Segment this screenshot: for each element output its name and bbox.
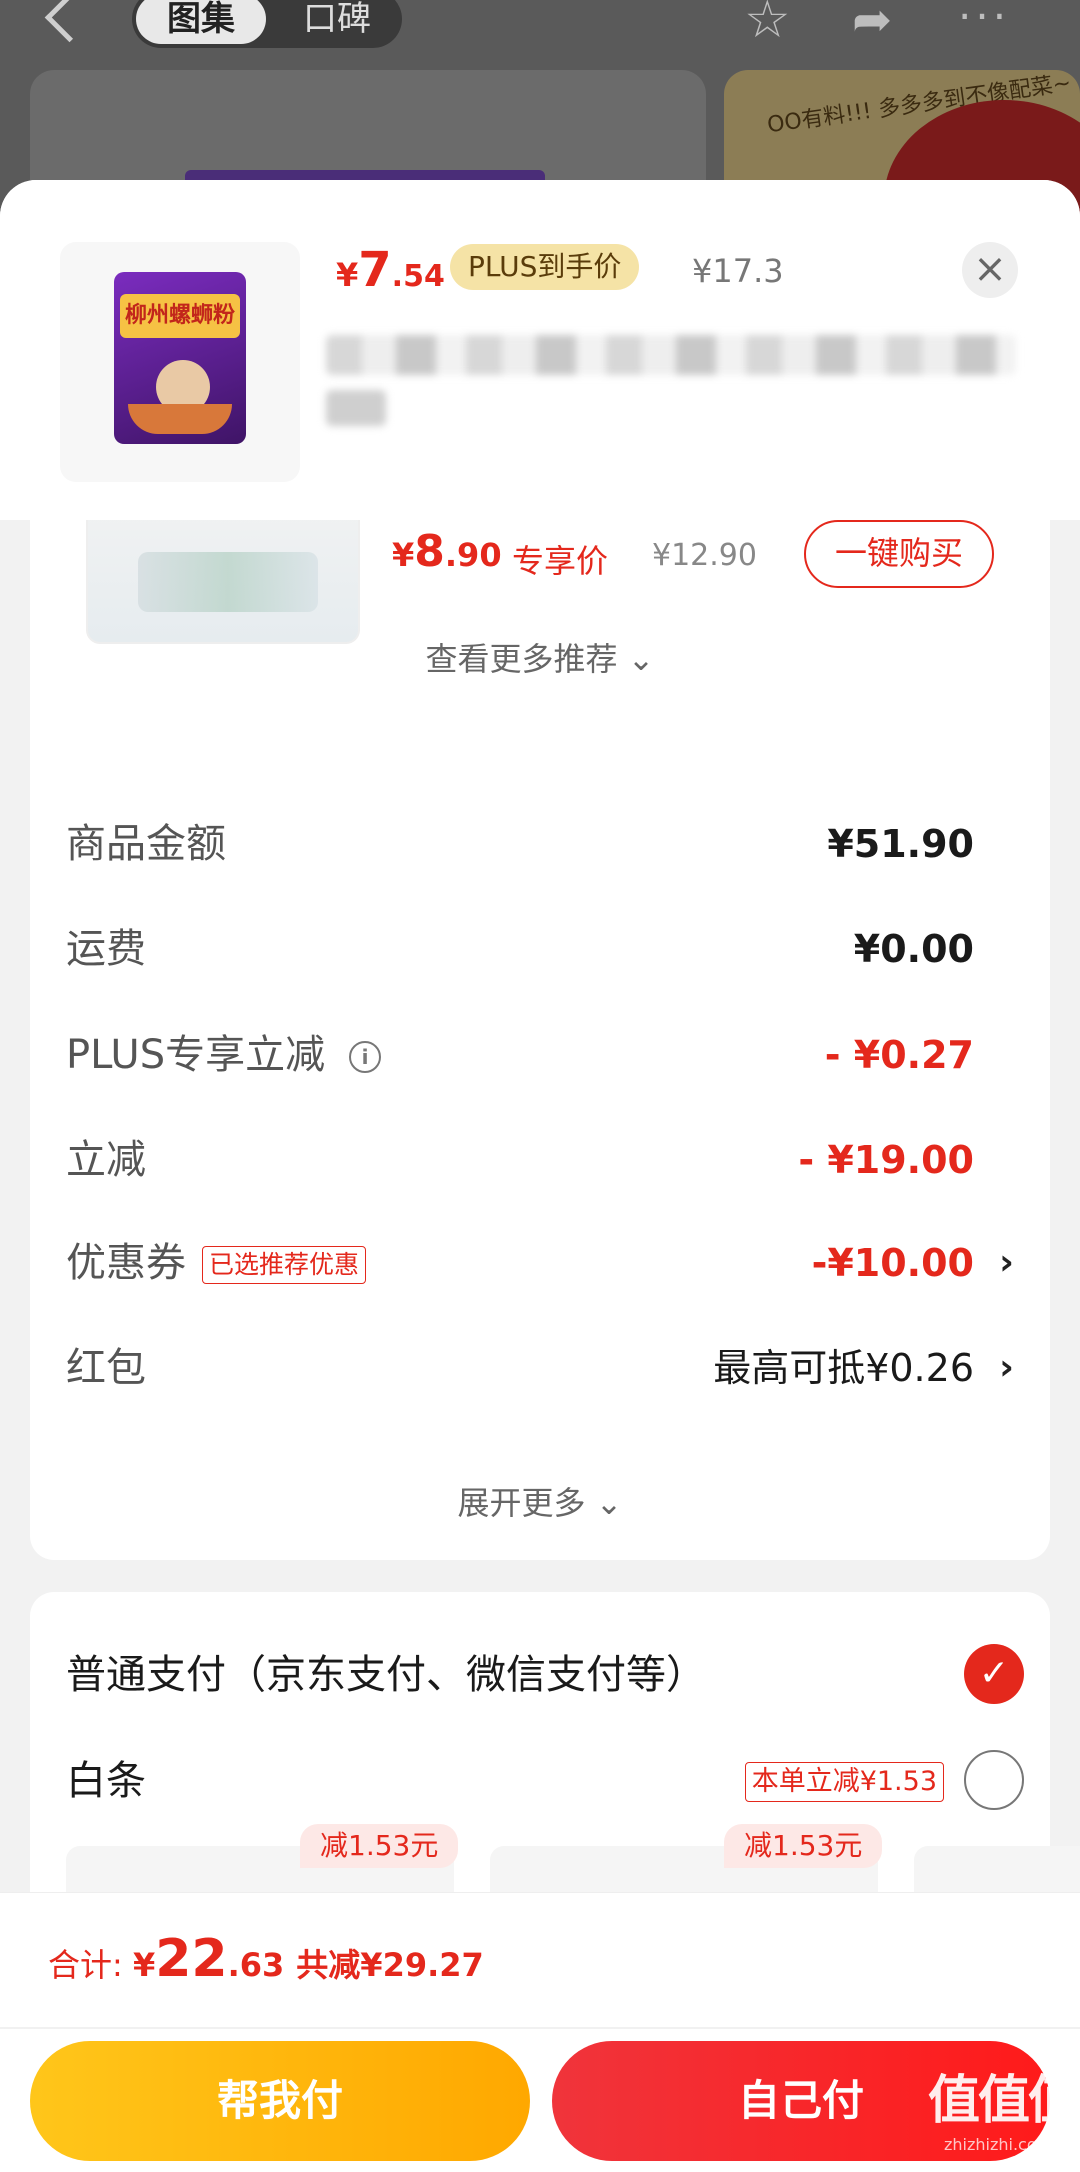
summary-row-coupon[interactable]: 优惠券 已选推荐优惠 -¥10.00 › [30, 1223, 1050, 1303]
summary-value: ¥0.00 [853, 927, 974, 971]
product-package-text: 柳州螺蛳粉 [120, 294, 240, 338]
recommended-price: ¥8.90 [392, 526, 502, 577]
chevron-right-icon: › [999, 1242, 1014, 1283]
more-icon[interactable]: ··· [958, 0, 1010, 38]
summary-label: 红包 [66, 1345, 146, 1391]
summary-row-shipping: 运费 ¥0.00 [30, 909, 1050, 989]
summary-row-red-packet[interactable]: 红包 最高可抵¥0.26 › [30, 1328, 1050, 1408]
checkout-sheet: ¥8.90 专享价 ¥12.90 一键购买 查看更多推荐 ⌄ 柳州螺蛳粉 ¥7.… [0, 180, 1080, 2171]
product-thumbnail: 柳州螺蛳粉 [60, 242, 300, 482]
original-price: ¥17.3 [692, 252, 784, 290]
summary-value: - ¥19.00 [798, 1138, 974, 1182]
summary-label-with-tag: 优惠券 已选推荐优惠 [66, 1223, 367, 1303]
total-saved: 共减¥29.27 [296, 1946, 484, 1984]
summary-value: -¥10.00 [811, 1241, 974, 1285]
expand-more[interactable]: 展开更多 ⌄ [30, 1478, 1050, 1524]
recommended-price-label: 专享价 [512, 542, 609, 580]
summary-label: PLUS专享立减 [66, 1032, 326, 1078]
chevron-right-icon: › [999, 1347, 1014, 1388]
info-icon[interactable]: i [349, 1041, 382, 1073]
order-total: 合计: ¥22.63 共减¥29.27 [48, 1929, 484, 1989]
total-symbol: ¥ [132, 1946, 156, 1984]
background-tab-switcher: 图集 口碑 [132, 0, 402, 48]
payment-option-label: 普通支付（京东支付、微信支付等） [66, 1652, 706, 1698]
price-int: 7 [358, 242, 392, 298]
check-icon[interactable]: ✓ [964, 1644, 1024, 1704]
installment-discount-badge: 减1.53元 [300, 1824, 459, 1868]
share-icon[interactable]: ➦ [852, 0, 892, 44]
one-click-buy-button[interactable]: 一键购买 [804, 520, 994, 588]
summary-value: - ¥0.27 [824, 1033, 974, 1077]
price-dec: .54 [391, 259, 445, 294]
payment-option-label: 白条 [66, 1758, 146, 1804]
back-icon[interactable] [44, 0, 95, 43]
recommended-price-dec: .90 [444, 536, 502, 574]
close-icon[interactable]: × [962, 242, 1018, 298]
background-nav: 图集 口碑 ☆ ➦ ··· [0, 0, 1080, 70]
watermark-url: zhizhizhi.com [944, 2135, 1053, 2154]
recommended-original-price: ¥12.90 [652, 538, 757, 573]
summary-row-goods-amount: 商品金额 ¥51.90 [30, 804, 1050, 884]
recommended-price-symbol: ¥ [392, 536, 415, 574]
tab-gallery[interactable]: 图集 [136, 0, 266, 44]
summary-label: 立减 [66, 1137, 146, 1183]
order-summary-card: 商品金额 ¥51.90 运费 ¥0.00 PLUS专享立减 i - ¥0.27 立… [30, 788, 1050, 1560]
payment-option-normal[interactable]: 普通支付（京东支付、微信支付等） ✓ [30, 1630, 1050, 1720]
recommended-price-int: 8 [414, 526, 445, 577]
see-more-recommendations[interactable]: 查看更多推荐 ⌄ [30, 634, 1050, 680]
divider [0, 2027, 1080, 2029]
total-int: 22 [155, 1929, 228, 1989]
summary-value: ¥51.90 [827, 822, 974, 866]
total-dec: .63 [227, 1946, 285, 1984]
plus-price-badge: PLUS到手价 [450, 244, 640, 290]
product-title-redacted [326, 335, 1016, 375]
coupon-tag: 已选推荐优惠 [202, 1246, 367, 1284]
summary-label: 优惠券 [66, 1240, 186, 1286]
summary-label: 运费 [66, 926, 146, 972]
total-label: 合计: [48, 1946, 133, 1984]
star-icon[interactable]: ☆ [744, 0, 791, 46]
watermark-logo: 值值值 [928, 2071, 1080, 2131]
product-title-redacted-2 [326, 390, 386, 426]
package-bowl [128, 404, 232, 434]
product-price: ¥7.54 [336, 242, 445, 298]
tab-reviews[interactable]: 口碑 [282, 0, 392, 44]
summary-row-instant-discount: 立减 - ¥19.00 [30, 1120, 1050, 1200]
installment-discount-badge: 减1.53元 [724, 1824, 883, 1868]
summary-label-with-icon: PLUS专享立减 i [66, 1015, 382, 1095]
price-symbol: ¥ [336, 256, 359, 294]
payment-option-baitiao[interactable]: 白条 本单立减¥1.53 [30, 1736, 1050, 1826]
product-package-image: 柳州螺蛳粉 [114, 272, 246, 444]
summary-label: 商品金额 [66, 821, 226, 867]
summary-row-plus-discount: PLUS专享立减 i - ¥0.27 [30, 1015, 1050, 1095]
bottom-action-bar: 合计: ¥22.63 共减¥29.27 帮我付 自己付 值值值 zhizhizhi… [0, 1892, 1080, 2172]
recommended-product-pack [138, 552, 318, 612]
baitiao-discount-tag: 本单立减¥1.53 [744, 1762, 944, 1802]
radio-unchecked[interactable] [964, 1750, 1024, 1810]
help-pay-button[interactable]: 帮我付 [30, 2041, 530, 2161]
product-header: 柳州螺蛳粉 ¥7.54 PLUS到手价 ¥17.3 × [0, 180, 1080, 520]
summary-value: 最高可抵¥0.26 [713, 1346, 974, 1390]
